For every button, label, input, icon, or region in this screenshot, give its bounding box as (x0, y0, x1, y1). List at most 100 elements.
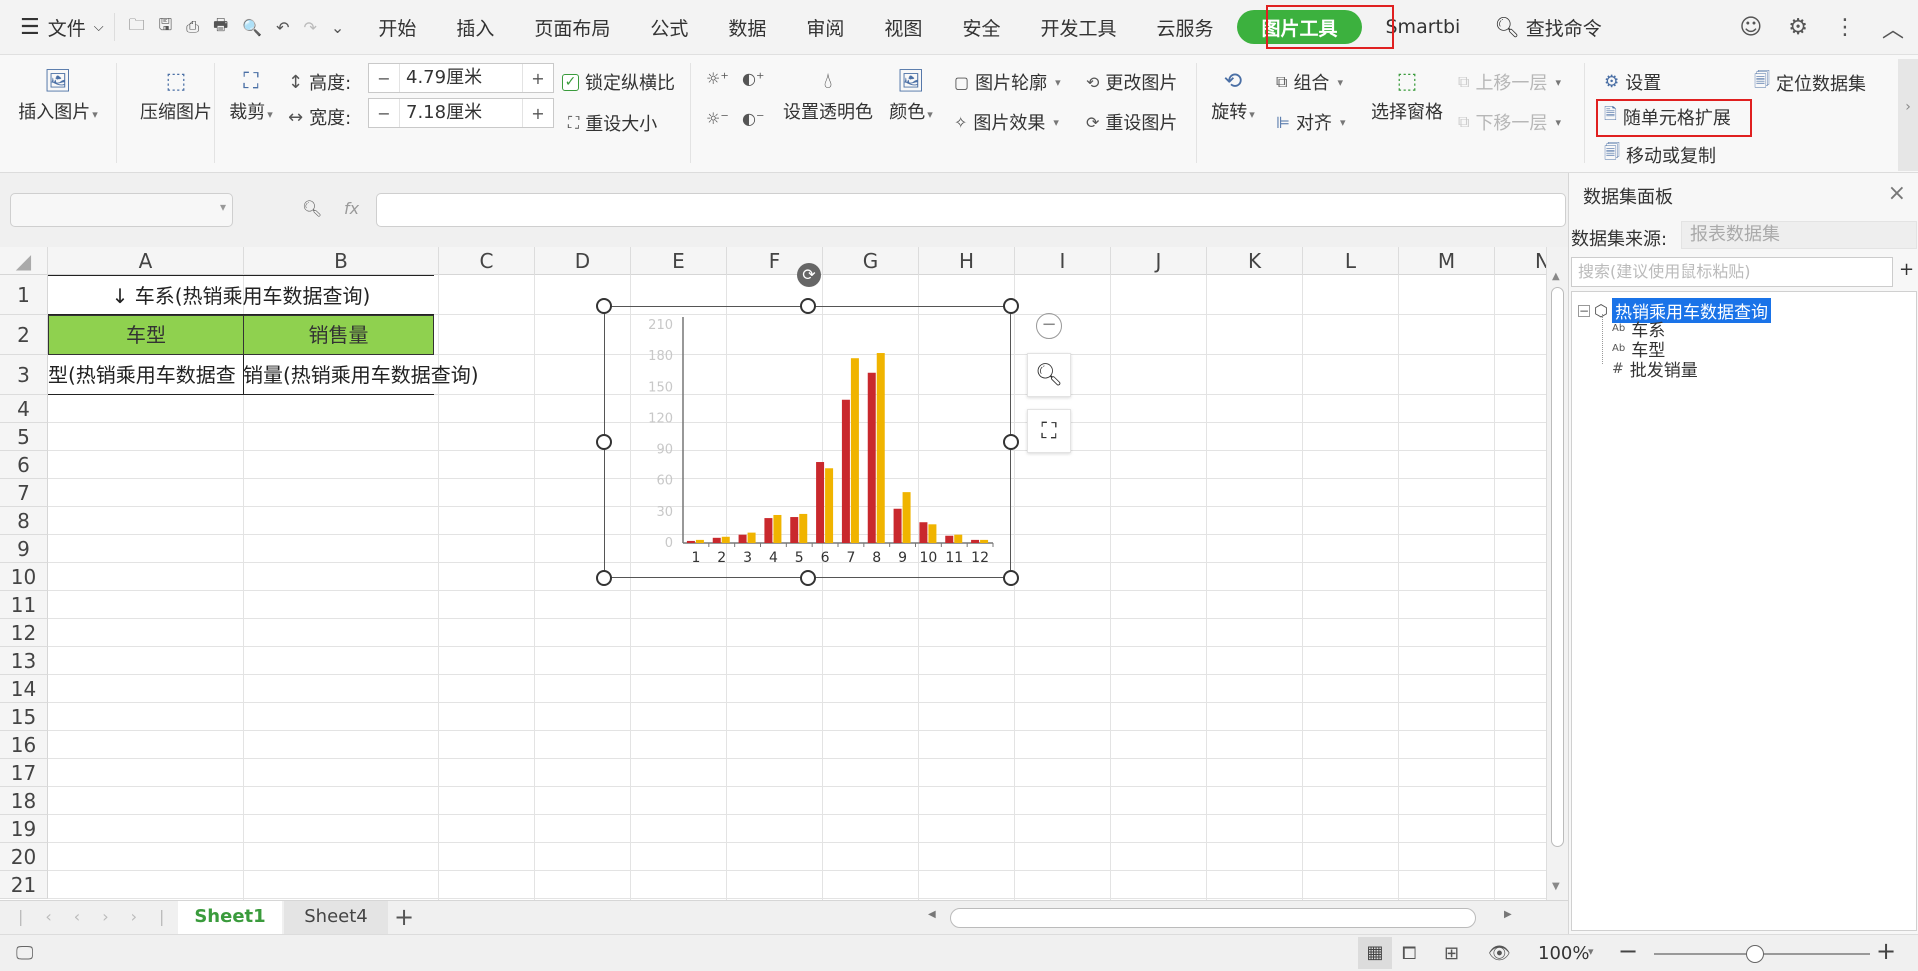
dataset-source-select[interactable]: 报表数据集 (1681, 221, 1917, 249)
formula-input[interactable] (376, 193, 1566, 227)
resize-handle-nw[interactable] (596, 298, 612, 314)
locate-dataset-button[interactable]: 🗐 定位数据集 (1754, 69, 1866, 96)
row-header-13[interactable]: 13 (0, 647, 48, 675)
height-decrement-button[interactable]: − (369, 69, 399, 88)
hscroll-left[interactable]: ◀ (928, 909, 936, 920)
reset-picture-button[interactable]: ⟳ 重设图片 (1086, 109, 1177, 135)
selected-picture[interactable]: 0 30 60 90 120 150 180 210 1 2 3 4 5 6 7 8 9 10 11 12 (604, 306, 1011, 578)
row-header-5[interactable]: 5 (0, 423, 48, 451)
compress-picture-button[interactable]: ⬚ 压缩图片 (126, 69, 226, 124)
tab-page-layout[interactable]: 页面布局 (514, 0, 630, 55)
sheet-tab-sheet4[interactable]: Sheet4 (284, 901, 388, 935)
tab-insert[interactable]: 插入 (436, 0, 514, 55)
cell-a1[interactable]: ↓ 车系(热销乘用车数据查询) (48, 275, 434, 315)
tree-item-wholesale-volume[interactable]: # 批发销量 (1612, 356, 1698, 382)
tree-root[interactable]: − ⬡ 热销乘用车数据查询 (1578, 298, 1771, 323)
add-sheet-button[interactable]: + (394, 901, 418, 935)
column-header-i[interactable]: I (1015, 247, 1111, 275)
brightness-up-button[interactable]: ☼⁺ (706, 69, 729, 88)
undo-icon[interactable]: ↶ (276, 18, 289, 37)
group-button[interactable]: ⧉ 组合 ▾ (1276, 69, 1343, 95)
row-header-14[interactable]: 14 (0, 675, 48, 703)
fx-label[interactable]: fx (344, 199, 359, 218)
tab-cloud[interactable]: 云服务 (1136, 0, 1233, 55)
align-button[interactable]: ⊫ 对齐 ▾ (1276, 109, 1345, 135)
row-header-11[interactable]: 11 (0, 591, 48, 619)
tab-security[interactable]: 安全 (942, 0, 1020, 55)
row-header-12[interactable]: 12 (0, 619, 48, 647)
close-icon[interactable]: × (1888, 181, 1906, 206)
row-header-7[interactable]: 7 (0, 479, 48, 507)
column-header-n[interactable]: N (1495, 247, 1550, 275)
insert-picture-button[interactable]: 🖼 插入图片 ▾ (14, 69, 102, 124)
row-header-20[interactable]: 20 (0, 843, 48, 871)
send-backward-button[interactable]: ⧉ 下移一层 ▾ (1458, 109, 1561, 135)
column-header-h[interactable]: H (919, 247, 1015, 275)
zoom-slider[interactable] (1654, 945, 1870, 963)
crop-picture-button[interactable]: ⛶ (1027, 409, 1071, 453)
row-header-2[interactable]: 2 (0, 315, 48, 355)
feedback-icon[interactable]: ☺ (1739, 15, 1762, 40)
tab-view[interactable]: 视图 (864, 0, 942, 55)
select-all-corner[interactable]: ◢ (0, 247, 48, 275)
row-header-10[interactable]: 10 (0, 563, 48, 591)
tab-data[interactable]: 数据 (708, 0, 786, 55)
set-transparent-color-button[interactable]: 💧︎ 设置透明色 (780, 69, 876, 124)
horizontal-scrollbar[interactable] (950, 908, 1476, 928)
brightness-down-button[interactable]: ☼⁻ (706, 109, 729, 128)
lock-aspect-checkbox[interactable]: ✓ 锁定纵横比 (562, 69, 675, 95)
height-value[interactable]: 4.79厘米 (399, 64, 523, 92)
crop-button[interactable]: ⛶ 裁剪 ▾ (224, 69, 278, 124)
add-dataset-button[interactable]: + (1899, 259, 1914, 280)
row-header-21[interactable]: 21 (0, 871, 48, 899)
row-header-1[interactable]: 1 (0, 275, 48, 315)
row-header-19[interactable]: 19 (0, 815, 48, 843)
resize-handle-e[interactable] (1003, 434, 1019, 450)
column-header-d[interactable]: D (535, 247, 631, 275)
tab-home[interactable]: 开始 (358, 0, 436, 55)
find-command[interactable]: 🔍︎ 查找命令 (1494, 0, 1601, 55)
selection-pane-button[interactable]: ⬚ 选择窗格 (1366, 69, 1448, 124)
zoom-dropdown-icon[interactable]: ▾ (1588, 945, 1594, 958)
height-increment-button[interactable]: + (523, 69, 553, 88)
row-header-16[interactable]: 16 (0, 731, 48, 759)
resize-handle-n[interactable] (800, 298, 816, 314)
collapse-float-button[interactable]: − (1036, 313, 1062, 339)
export-pdf-icon[interactable]: ⎙ (186, 17, 199, 37)
row-header-8[interactable]: 8 (0, 507, 48, 535)
resize-handle-s[interactable] (800, 570, 816, 586)
eye-protection-icon[interactable]: 👁︎ (1488, 943, 1511, 964)
column-header-g[interactable]: G (823, 247, 919, 275)
more-icon[interactable]: ⋮ (1834, 15, 1856, 40)
ribbon-scroll-right[interactable]: › (1898, 59, 1918, 171)
hscroll-right[interactable]: ▶ (1504, 909, 1512, 920)
row-header-3[interactable]: 3 (0, 355, 48, 395)
save-icon[interactable]: 🖫 (159, 14, 173, 41)
width-stepper[interactable]: − 7.18厘米 + (368, 98, 554, 128)
gear-icon[interactable]: ⚙ (1788, 15, 1808, 40)
move-or-copy-button[interactable]: 🗐 移动或复制 (1604, 141, 1716, 168)
scroll-thumb[interactable] (1551, 287, 1564, 847)
column-header-k[interactable]: K (1207, 247, 1303, 275)
zoom-level[interactable]: 100% (1538, 943, 1589, 964)
width-decrement-button[interactable]: − (369, 104, 399, 123)
normal-view-icon[interactable]: ▦ (1358, 937, 1392, 969)
zoom-in-picture-button[interactable]: 🔍︎ (1027, 353, 1071, 397)
zoom-in-button[interactable]: + (1876, 937, 1896, 965)
scroll-down-arrow[interactable]: ▼ (1552, 881, 1560, 892)
row-header-15[interactable]: 15 (0, 703, 48, 731)
column-header-a[interactable]: A (48, 247, 244, 275)
page-layout-view-icon[interactable]: ⊞ (1444, 943, 1459, 964)
cell-b3[interactable]: 销量(热销乘用车数据查询) (243, 355, 513, 395)
rotate-button[interactable]: ⟲ 旋转 ▾ (1206, 69, 1260, 124)
column-header-c[interactable]: C (439, 247, 535, 275)
row-header-6[interactable]: 6 (0, 451, 48, 479)
picture-outline-button[interactable]: ▢ 图片轮廓 ▾ (954, 69, 1061, 95)
redo-icon[interactable]: ↷ (304, 18, 317, 37)
width-increment-button[interactable]: + (523, 104, 553, 123)
tab-review[interactable]: 审阅 (786, 0, 864, 55)
worksheet-grid[interactable]: ◢ ABCDEFGHIJKLMN 1 2 3 4 5 6 7 8 9 10 11 12 13 14 15 16… (0, 247, 1550, 900)
column-header-m[interactable]: M (1399, 247, 1495, 275)
customize-icon[interactable]: ⌄ (331, 18, 344, 37)
row-header-17[interactable]: 17 (0, 759, 48, 787)
